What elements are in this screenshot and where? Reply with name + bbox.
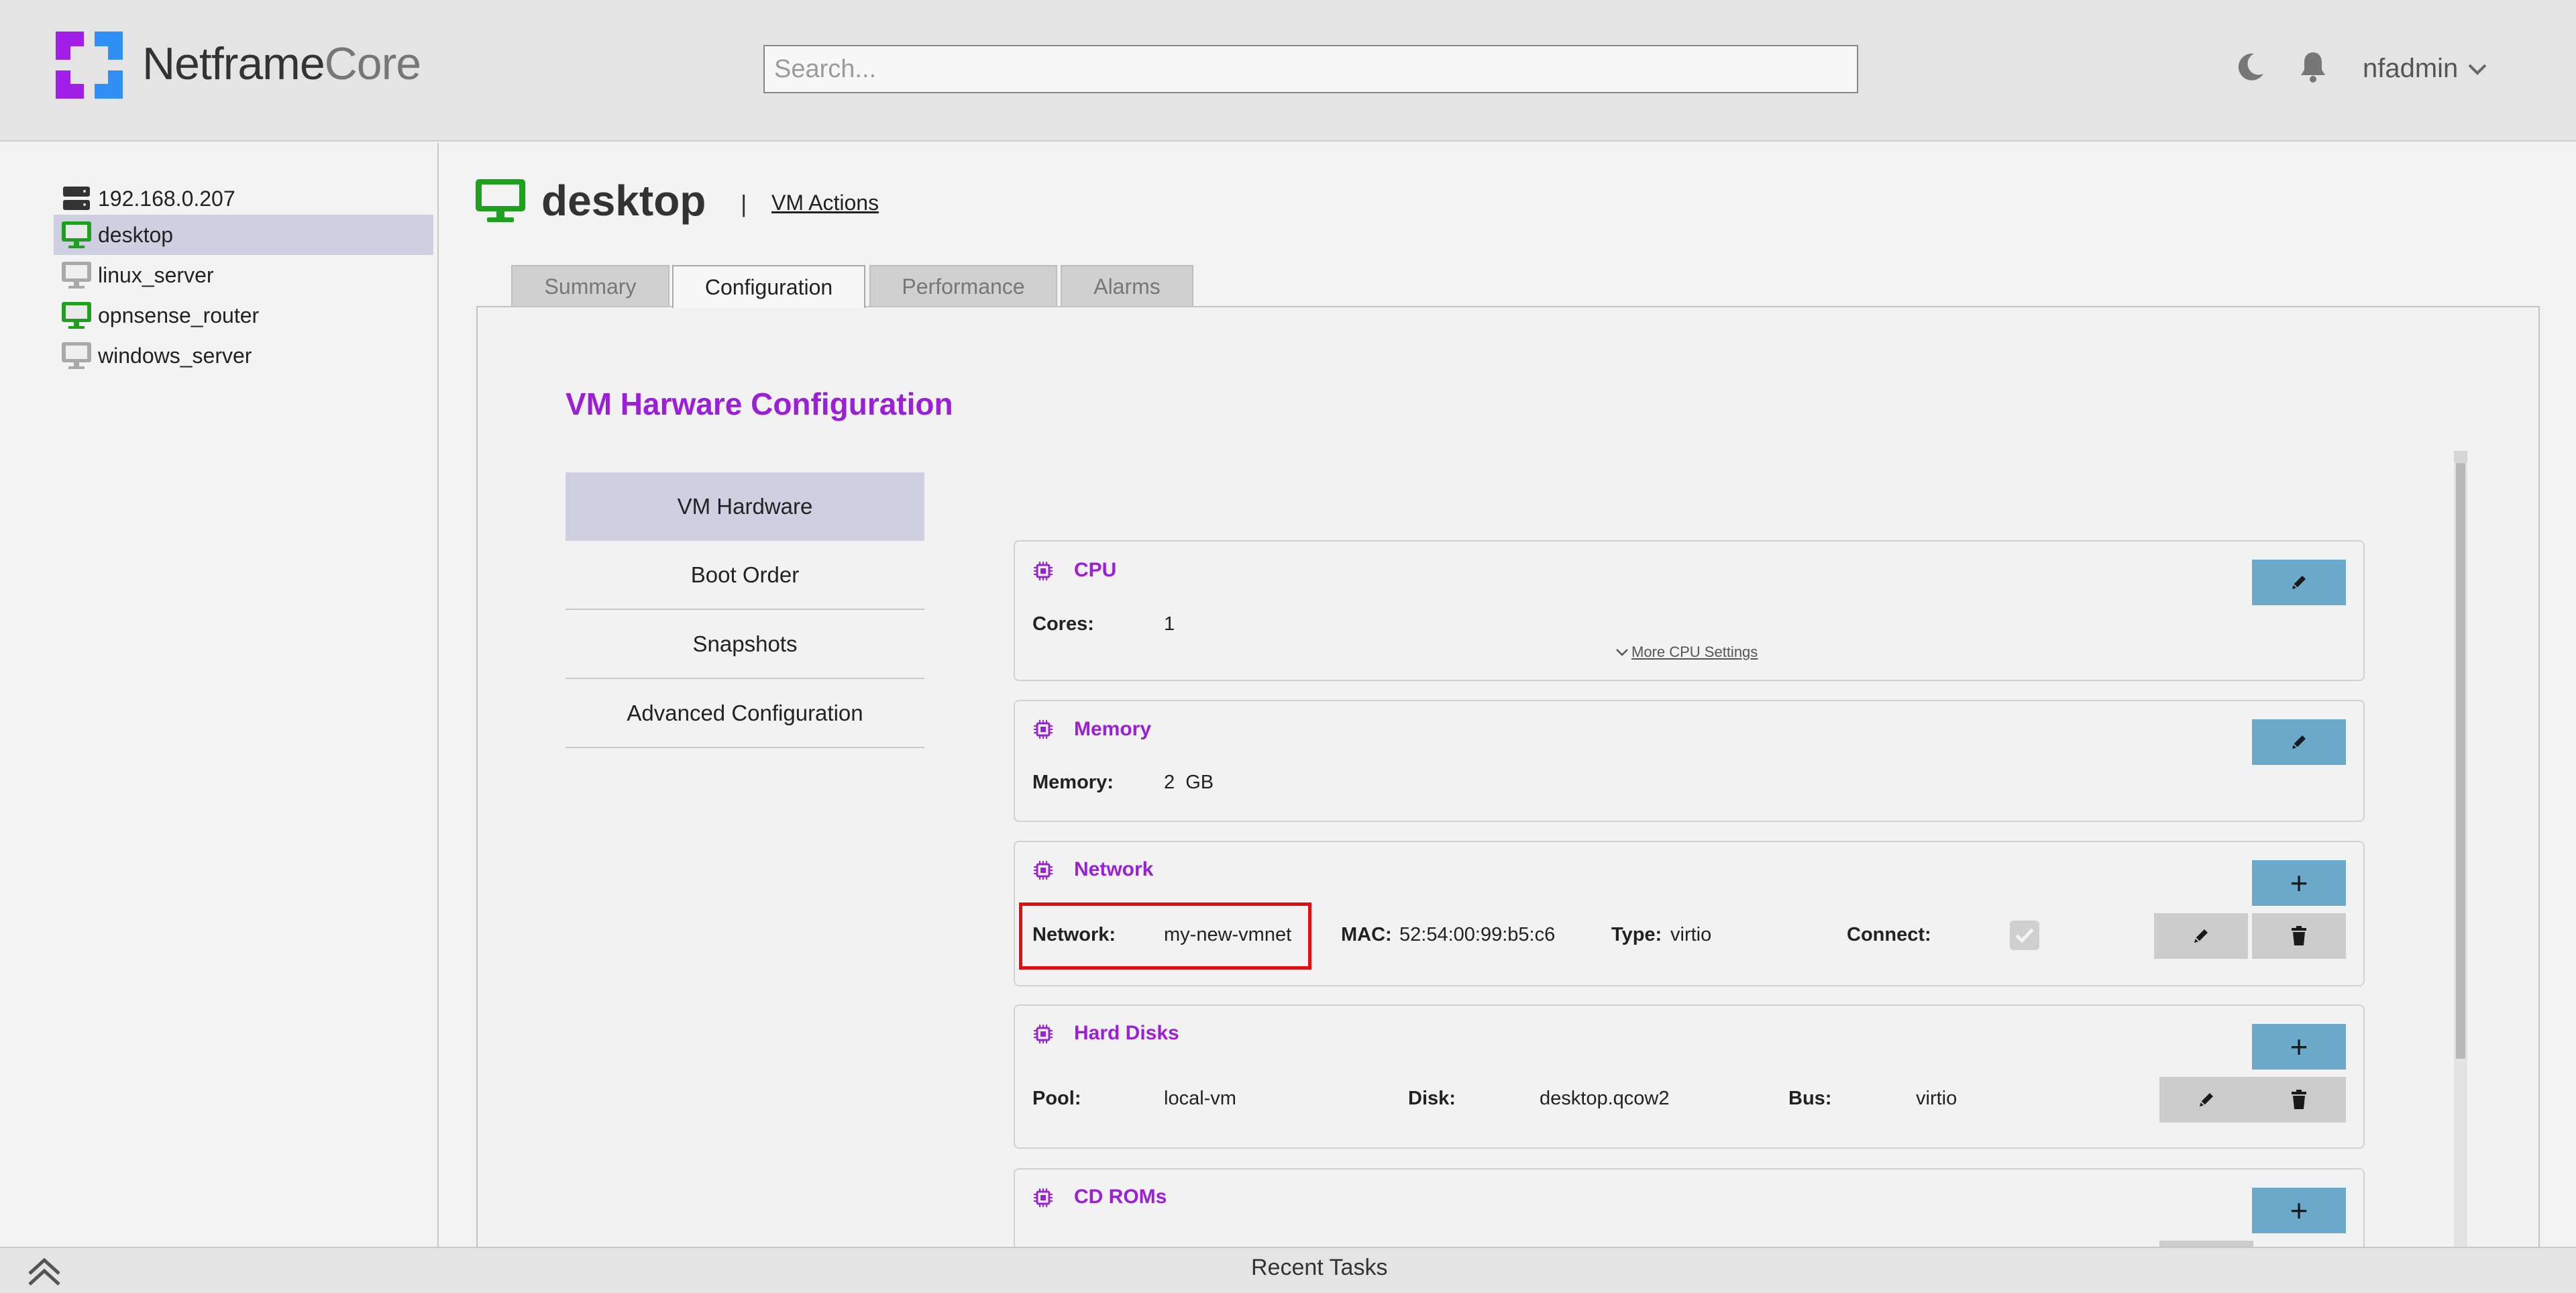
- monitor-icon: [60, 220, 93, 250]
- bus-value: virtio: [1916, 1088, 1957, 1109]
- hard-disks-title: Hard Disks: [1074, 1022, 1179, 1044]
- tab-alarms[interactable]: Alarms: [1061, 265, 1193, 307]
- edit-cdrom-button[interactable]: [2159, 1241, 2253, 1247]
- pencil-icon: [2292, 576, 2306, 589]
- recent-tasks-bar: Recent Tasks: [0, 1247, 2576, 1293]
- inventory-sidebar: 192.168.0.207 desktop linux_server opnse…: [0, 143, 439, 1247]
- brand-part1: Netframe: [142, 38, 325, 89]
- bell-icon[interactable]: [2294, 48, 2332, 86]
- hard-disks-card: Hard Disks + Pool: local-vm Disk: deskto…: [1014, 1004, 2365, 1149]
- network-value: my-new-vmnet: [1164, 924, 1292, 945]
- more-cpu-settings-link[interactable]: More CPU Settings: [1615, 643, 1758, 661]
- tree-item-label: desktop: [98, 222, 174, 247]
- moon-icon[interactable]: [2231, 48, 2269, 86]
- pencil-icon: [2200, 1093, 2213, 1106]
- chip-icon: [1034, 562, 1053, 580]
- tab-summary[interactable]: Summary: [511, 265, 669, 307]
- more-cpu-settings-label: More CPU Settings: [1631, 643, 1758, 660]
- type-label: Type:: [1611, 924, 1662, 945]
- tree-item-host[interactable]: 192.168.0.207: [54, 178, 433, 219]
- monitor-icon: [60, 341, 93, 370]
- bus-label: Bus:: [1788, 1088, 1832, 1109]
- connect-label: Connect:: [1847, 924, 1931, 945]
- delete-network-button[interactable]: [2252, 913, 2346, 959]
- disk-value: desktop.qcow2: [1540, 1088, 1670, 1109]
- scrollbar-thumb[interactable]: [2456, 463, 2465, 1059]
- cd-roms-title: CD ROMs: [1074, 1186, 1167, 1208]
- edit-memory-button[interactable]: [2252, 719, 2346, 765]
- trash-icon: [2292, 926, 2306, 945]
- tab-configuration[interactable]: Configuration: [672, 265, 865, 308]
- chip-icon: [1034, 720, 1053, 739]
- scroll-up-arrow[interactable]: [2454, 451, 2467, 463]
- search-input[interactable]: [763, 45, 1858, 93]
- tree-item-desktop[interactable]: desktop: [54, 215, 433, 255]
- top-header: NetframeCore nfadmin: [0, 0, 2576, 142]
- cpu-title: CPU: [1074, 559, 1117, 581]
- pool-label: Pool:: [1032, 1088, 1081, 1109]
- mac-label: MAC:: [1341, 924, 1392, 945]
- cores-value: 1: [1164, 613, 1175, 635]
- monitor-icon: [60, 260, 93, 290]
- cpu-card: CPU Cores: 1 More CPU Settings: [1014, 540, 2365, 681]
- edit-disk-button[interactable]: [2159, 1077, 2253, 1123]
- connect-checkbox[interactable]: [2009, 920, 2040, 951]
- tree-item-linux-server[interactable]: linux_server: [54, 255, 433, 295]
- username: nfadmin: [2363, 54, 2459, 83]
- logo-icon: [56, 32, 123, 99]
- menu-snapshots[interactable]: Snapshots: [566, 611, 924, 679]
- memory-title: Memory: [1074, 718, 1152, 740]
- brand-name: NetframeCore: [142, 38, 421, 90]
- network-title: Network: [1074, 858, 1154, 880]
- vm-actions-link[interactable]: VM Actions: [771, 191, 879, 215]
- chip-icon: [1034, 1188, 1053, 1207]
- edit-network-button[interactable]: [2154, 913, 2248, 959]
- memory-value: 2 GB: [1164, 772, 1214, 793]
- double-chevron-up-icon[interactable]: [24, 1255, 64, 1288]
- type-value: virtio: [1670, 924, 1712, 945]
- tab-performance[interactable]: Performance: [869, 265, 1057, 307]
- chevron-down-icon: [2468, 64, 2487, 75]
- mac-value: 52:54:00:99:b5:c6: [1399, 924, 1556, 945]
- menu-advanced-configuration[interactable]: Advanced Configuration: [566, 680, 924, 748]
- user-menu[interactable]: nfadmin: [2363, 54, 2487, 84]
- monitor-icon: [476, 179, 525, 222]
- tree-item-label: linux_server: [98, 262, 214, 287]
- add-cdrom-button[interactable]: +: [2252, 1188, 2346, 1233]
- tree-item-label: windows_server: [98, 343, 252, 368]
- chip-icon: [1034, 1025, 1053, 1043]
- menu-boot-order[interactable]: Boot Order: [566, 541, 924, 610]
- pencil-icon: [2292, 735, 2306, 749]
- cd-roms-card: CD ROMs +: [1014, 1168, 2365, 1247]
- cores-label: Cores:: [1032, 613, 1094, 635]
- chip-icon: [1034, 861, 1053, 880]
- section-title: VM Harware Configuration: [566, 386, 953, 421]
- title-separator: |: [741, 190, 747, 217]
- recent-tasks-label[interactable]: Recent Tasks: [1251, 1255, 1387, 1281]
- menu-vm-hardware[interactable]: VM Hardware: [566, 472, 924, 541]
- delete-disk-button[interactable]: [2252, 1077, 2346, 1123]
- page-title: desktop: [541, 176, 706, 225]
- memory-card: Memory Memory: 2 GB: [1014, 700, 2365, 822]
- memory-label: Memory:: [1032, 772, 1114, 793]
- brand-part2: Core: [324, 38, 421, 89]
- pencil-icon: [2194, 929, 2208, 943]
- tree-item-label: opnsense_router: [98, 303, 260, 327]
- disk-label: Disk:: [1408, 1088, 1456, 1109]
- add-network-button[interactable]: +: [2252, 860, 2346, 906]
- server-icon: [60, 184, 93, 213]
- trash-icon: [2292, 1090, 2306, 1109]
- add-disk-button[interactable]: +: [2252, 1024, 2346, 1070]
- tree-item-opnsense-router[interactable]: opnsense_router: [54, 295, 433, 335]
- monitor-icon: [60, 301, 93, 330]
- network-label: Network:: [1032, 924, 1116, 945]
- tree-item-windows-server[interactable]: windows_server: [54, 335, 433, 376]
- tree-item-label: 192.168.0.207: [98, 186, 235, 211]
- pool-value: local-vm: [1164, 1088, 1236, 1109]
- edit-cpu-button[interactable]: [2252, 560, 2346, 605]
- chevron-down-icon: [1616, 649, 1628, 656]
- network-card: Network + Network: my-new-vmnet MAC: 52:…: [1014, 841, 2365, 986]
